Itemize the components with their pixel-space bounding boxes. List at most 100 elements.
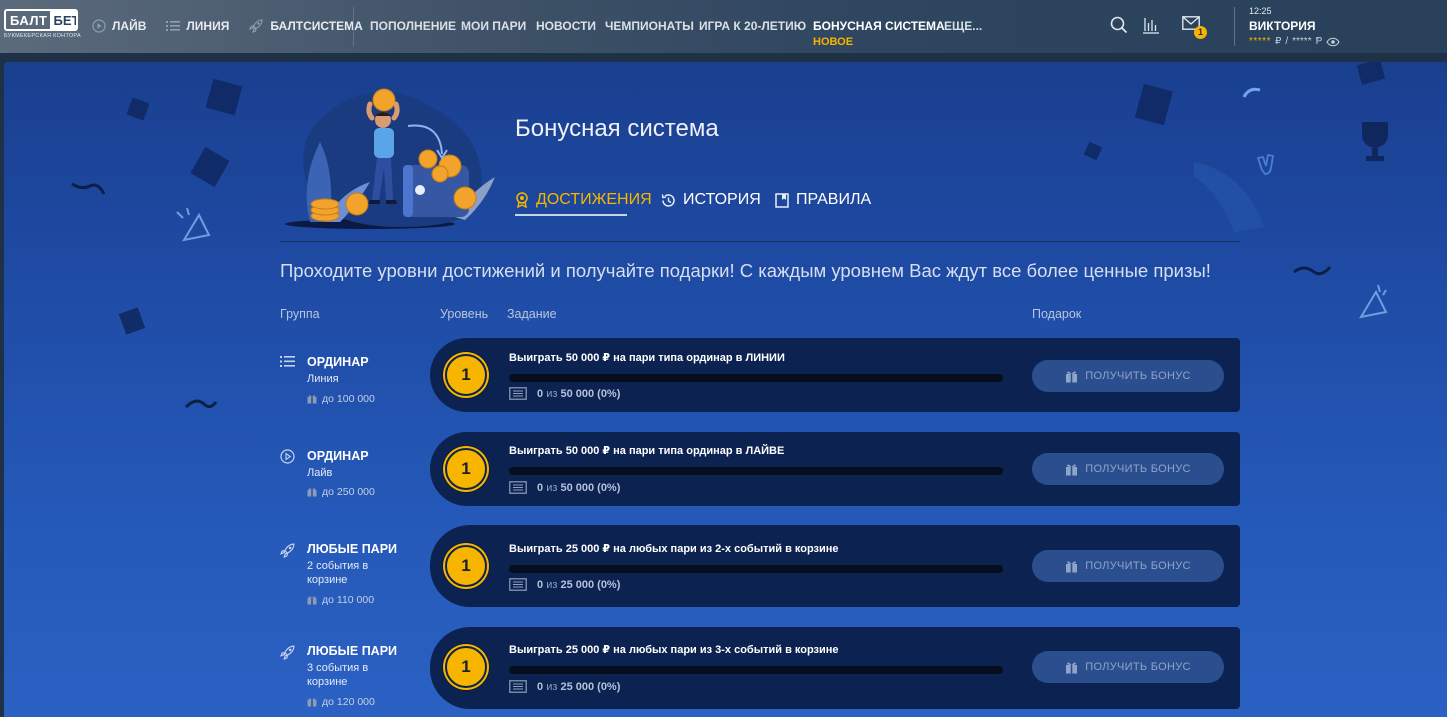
nav-item-live[interactable]: ЛАЙВ [92,18,146,33]
tab-label: ИСТОРИЯ [683,191,761,208]
nav-item-baltsystem[interactable]: БАЛТСИСТЕМА [249,18,363,33]
progress-total: 25 000 (0%) [560,578,621,591]
gift-icon [1066,662,1078,673]
rocket-icon [280,645,295,660]
ticket-icon [509,481,527,494]
progress-total: 25 000 (0%) [560,680,621,693]
task-text: Выиграть 50 000 ₽ на пари типа ординар в… [509,445,785,457]
nav-item-label: ЛИНИЯ [186,18,230,33]
ticket-icon [509,680,527,693]
group-name: ЛЮБЫЕ ПАРИ [307,542,398,556]
prize-amount: до 110 000 [322,594,375,606]
progress-value: 0 [537,481,544,494]
button-label: ПОЛУЧИТЬ БОНУС [1085,370,1191,382]
history-icon [661,193,675,207]
progress-info: 0 из 25 000 (0%) [509,578,620,591]
level-badge: 1 [445,354,487,396]
progress-value: 0 [537,578,544,591]
page-title: Бонусная система [515,115,719,142]
progress-info: 0 из 50 000 (0%) [509,387,620,400]
achievement-card: 1 Выиграть 25 000 ₽ на любых пари из 3-х… [430,627,1240,709]
level-badge: 1 [445,448,487,490]
progress-total: 50 000 (0%) [560,387,621,400]
button-label: ПОЛУЧИТЬ БОНУС [1085,560,1191,572]
group-prize: до 250 000 [307,486,375,498]
intro-text: Проходите уровни достижений и получайте … [280,260,1211,281]
progress-value: 0 [537,680,544,693]
logo-text-left: БАЛТ [10,13,48,28]
group-prize: до 120 000 [307,696,375,708]
logo-text-right: БЕТ [50,11,76,29]
level-badge: 1 [445,646,487,688]
header-separator [280,241,1240,242]
tab-label: ПРАВИЛА [796,191,872,208]
nav-item-bonus-system[interactable]: БОНУСНАЯ СИСТЕМА [813,19,945,33]
tab-history[interactable]: ИСТОРИЯ [661,191,761,209]
progress-value: 0 [537,387,544,400]
nav-item-anniversary-game[interactable]: ИГРА К 20-ЛЕТИЮ [699,19,806,33]
nav-item-line[interactable]: ЛИНИЯ [166,18,229,33]
get-bonus-button[interactable]: ПОЛУЧИТЬ БОНУС [1032,550,1224,582]
column-header-gift: Подарок [1032,307,1082,321]
stats-icon[interactable] [1142,16,1160,34]
tab-rules[interactable]: ПРАВИЛА [775,191,871,209]
search-icon[interactable] [1110,16,1128,34]
gift-icon [1066,464,1078,475]
user-name[interactable]: ВИКТОРИЯ [1249,19,1316,33]
top-bar: БАЛТ БЕТ БУКМЕКЕРСКАЯ КОНТОРА ЛАЙВ ЛИНИЯ… [0,0,1447,53]
bonus-masked: ***** [1292,36,1312,47]
nav-item-deposit[interactable]: ПОПОЛНЕНИЕ [370,19,456,33]
nav-item-label: ЛАЙВ [112,18,147,33]
logo[interactable]: БАЛТ БЕТ БУКМЕКЕРСКАЯ КОНТОРА [4,9,81,43]
achievement-card: 1 Выиграть 25 000 ₽ на любых пари из 2-х… [430,525,1240,607]
ticket-icon [509,387,527,400]
gift-icon [1066,561,1078,572]
level-badge-wrap: 1 [442,542,490,590]
active-tab-underline [515,214,627,216]
currency-bonus: Ᵽ [1315,36,1323,47]
task-text: Выиграть 25 000 ₽ на любых пари из 2-х с… [509,543,839,555]
group-name: ОРДИНАР [307,449,369,463]
achievement-card: 1 Выиграть 50 000 ₽ на пари типа ординар… [430,338,1240,412]
nav-item-label: БАЛТСИСТЕМА [270,18,363,33]
group-prize: до 100 000 [307,393,375,405]
level-badge: 1 [445,545,487,587]
level-badge-wrap: 1 [442,351,490,399]
prize-amount: до 100 000 [322,393,375,405]
task-text: Выиграть 25 000 ₽ на любых пари из 3-х с… [509,644,839,656]
progress-total: 50 000 (0%) [560,481,621,494]
balance-slash: / [1285,36,1289,47]
main-nav: ЛАЙВ ЛИНИЯ БАЛТСИСТЕМА [92,18,383,33]
play-circle-icon [92,18,106,33]
level-badge-wrap: 1 [442,445,490,493]
gift-icon [307,698,317,707]
progress-bar [509,666,1003,674]
nav-item-championships[interactable]: ЧЕМПИОНАТЫ [605,19,694,33]
list-icon [166,20,181,31]
progress-bar [509,467,1003,475]
get-bonus-button[interactable]: ПОЛУЧИТЬ БОНУС [1032,360,1224,392]
progress-info: 0 из 25 000 (0%) [509,680,620,693]
eye-icon[interactable] [1326,37,1340,47]
progress-of: из [546,481,558,494]
prize-amount: до 250 000 [322,486,375,498]
gift-icon [307,395,317,404]
get-bonus-button[interactable]: ПОЛУЧИТЬ БОНУС [1032,453,1224,485]
play-circle-icon [280,449,295,464]
group-name: ЛЮБЫЕ ПАРИ [307,644,398,658]
button-label: ПОЛУЧИТЬ БОНУС [1085,661,1191,673]
get-bonus-button[interactable]: ПОЛУЧИТЬ БОНУС [1032,651,1224,683]
progress-of: из [546,387,558,400]
tab-achievements[interactable]: ДОСТИЖЕНИЯ [515,191,652,209]
logo-box: БАЛТ БЕТ [4,9,78,31]
achievement-card: 1 Выиграть 50 000 ₽ на пари типа ординар… [430,432,1240,506]
nav-item-my-bets[interactable]: МОИ ПАРИ [461,19,526,33]
progress-of: из [546,578,558,591]
button-label: ПОЛУЧИТЬ БОНУС [1085,463,1191,475]
rocket-icon [280,543,295,558]
nav-item-more[interactable]: ЕЩЕ... [944,19,982,33]
list-icon [280,356,295,367]
column-header-group: Группа [280,307,320,321]
medal-icon [516,192,528,208]
nav-item-news[interactable]: НОВОСТИ [536,19,596,33]
